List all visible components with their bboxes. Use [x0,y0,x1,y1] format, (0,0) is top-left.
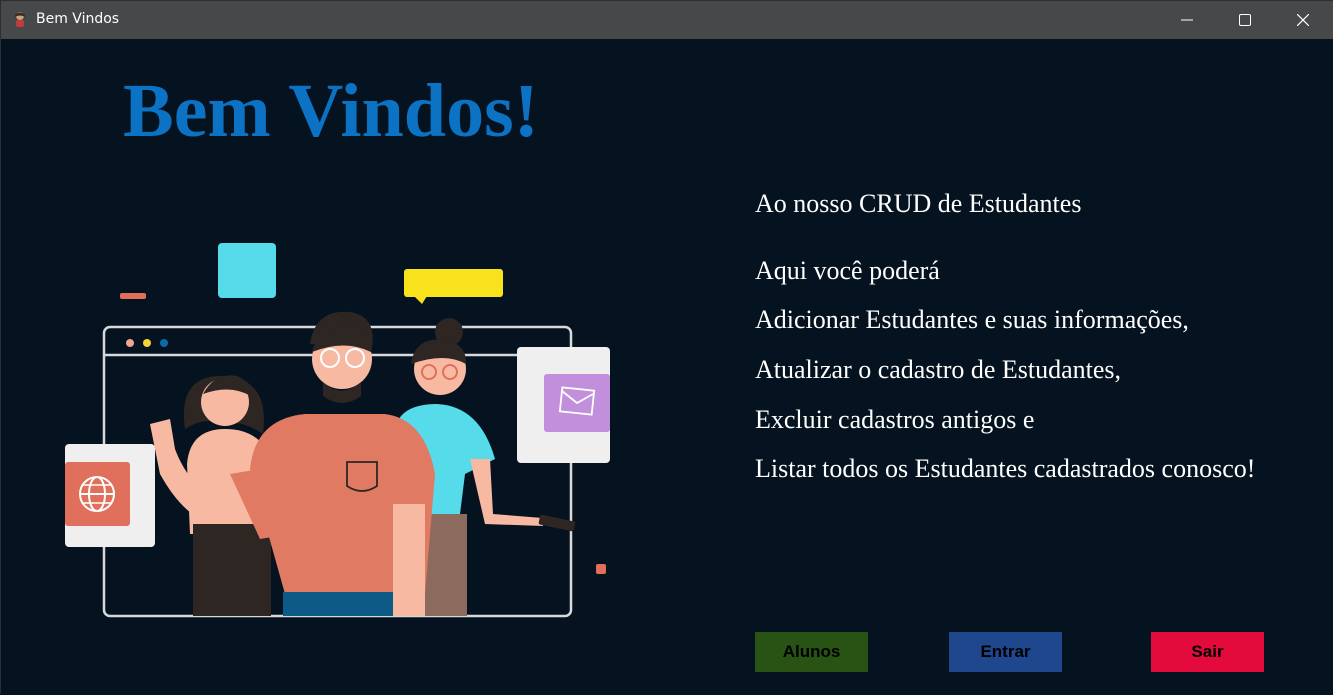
window-title: Bem Vindos [36,11,120,27]
sair-button[interactable]: Sair [1151,632,1264,672]
minimize-icon [1181,19,1193,21]
intro-line-2: Adicionar Estudantes e suas informações, [755,305,1189,334]
intro-line-4: Excluir cadastros antigos e [755,405,1035,434]
intro-line-1: Aqui você poderá [755,256,940,285]
maximize-button[interactable] [1216,1,1274,39]
title-bar[interactable]: Bem Vindos [1,1,1333,39]
main-content: Bem Vindos! Ao nosso CRUD de Estudantes … [1,39,1333,695]
alunos-button[interactable]: Alunos [755,632,868,672]
intro-line-5: Listar todos os Estudantes cadastrados c… [755,454,1256,483]
intro-subtitle: Ao nosso CRUD de Estudantes [755,189,1082,218]
welcome-headline: Bem Vindos! [123,69,539,153]
maximize-icon [1239,14,1251,26]
intro-line-3: Atualizar o cadastro de Estudantes, [755,355,1122,384]
person-app-icon [15,12,25,27]
minimize-button[interactable] [1158,1,1216,39]
entrar-button[interactable]: Entrar [949,632,1062,672]
app-window: Bem Vindos Bem Vindos! Ao nosso CRUD de … [0,0,1333,695]
students-illustration [65,243,610,618]
close-button[interactable] [1274,1,1332,39]
close-icon [1297,14,1309,26]
